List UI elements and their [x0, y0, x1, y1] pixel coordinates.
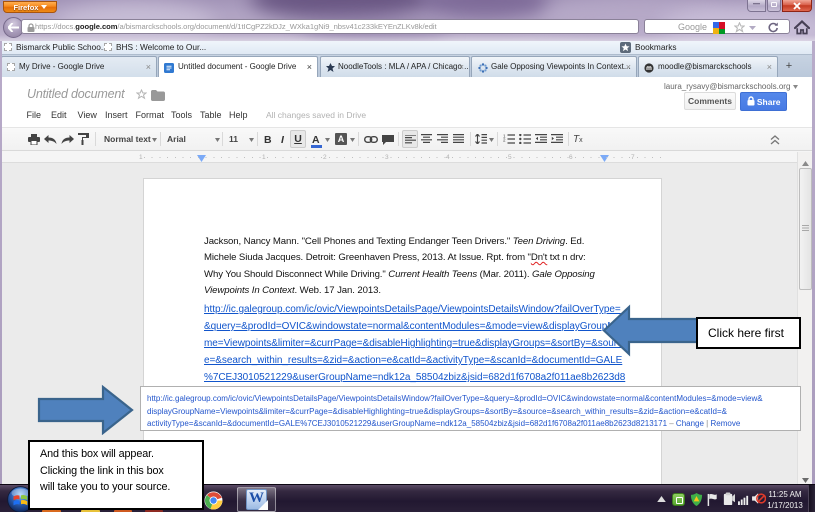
svg-text:2: 2	[503, 137, 506, 142]
svg-text:1: 1	[139, 154, 143, 161]
